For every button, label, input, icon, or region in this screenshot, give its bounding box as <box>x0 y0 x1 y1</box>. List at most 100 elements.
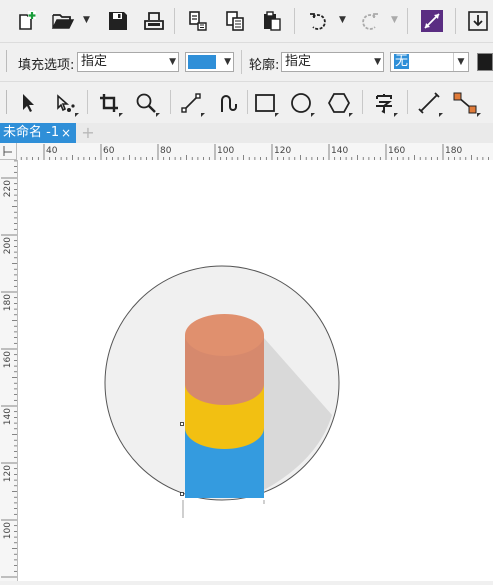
ruler-label: 140 <box>3 408 13 425</box>
rectangle-tool-icon <box>255 94 275 112</box>
paste-icon <box>264 11 281 31</box>
fill-options-label: 填充选项: <box>18 58 75 73</box>
grip-divider <box>6 50 7 72</box>
ruler-label: 100 <box>217 146 234 156</box>
snap-toggle-icon <box>421 10 443 32</box>
dimension-tool-icon <box>418 92 440 114</box>
ruler-label: 180 <box>445 146 462 156</box>
toolbar-divider <box>247 90 248 114</box>
pick-tool-icon <box>23 94 34 112</box>
open-button[interactable] <box>48 6 78 36</box>
outline-mode-value: 指定 <box>285 54 312 69</box>
flyout-indicator <box>201 113 205 117</box>
toolbar-divider <box>455 8 456 34</box>
outline-color-swatch[interactable] <box>477 53 493 71</box>
open-dropdown-arrow[interactable]: ▼ <box>83 15 90 25</box>
selection-handle[interactable] <box>180 492 184 496</box>
ruler-origin-icon <box>3 146 12 156</box>
export-button[interactable] <box>220 6 250 36</box>
snap-toggle-button[interactable] <box>417 6 447 36</box>
ruler-label: 180 <box>3 294 13 311</box>
pick-tool[interactable] <box>13 88 43 118</box>
toolbar-divider <box>87 90 88 114</box>
flyout-indicator <box>75 113 79 117</box>
chevron-down-icon: ▼ <box>169 57 176 67</box>
print-icon <box>144 12 164 30</box>
close-tab-icon[interactable]: × <box>61 123 71 143</box>
new-document-button[interactable] <box>12 6 42 36</box>
outline-label: 轮廓: <box>249 58 280 73</box>
cylinder-top-cap[interactable] <box>185 314 264 356</box>
document-tab-title: 未命名 -1 <box>3 125 60 140</box>
flyout-indicator <box>439 113 443 117</box>
fill-color-picker[interactable]: ▼ <box>185 52 234 72</box>
redo-button[interactable] <box>355 6 385 36</box>
crop-tool-icon <box>100 94 118 112</box>
ruler-label: 160 <box>388 146 405 156</box>
ruler-label: 40 <box>46 146 58 156</box>
undo-button[interactable] <box>303 6 333 36</box>
ellipse-tool-icon <box>291 93 311 113</box>
toolbar-divider <box>362 90 363 114</box>
fill-color-swatch <box>188 55 216 69</box>
ruler-label: 160 <box>3 351 13 368</box>
toolbar-divider <box>407 90 408 114</box>
flyout-indicator <box>349 113 353 117</box>
selection-handle[interactable] <box>180 422 184 426</box>
polygon-tool-icon <box>328 93 350 113</box>
toolbar-divider <box>241 50 242 74</box>
import-icon <box>189 11 207 31</box>
toolbar-divider <box>407 8 408 34</box>
flyout-indicator <box>119 113 123 117</box>
freehand-tool-icon <box>181 93 201 113</box>
drawing-canvas[interactable] <box>18 160 493 581</box>
flyout-indicator <box>477 113 481 117</box>
save-icon <box>109 12 127 30</box>
download-icon <box>468 11 488 31</box>
artistic-media-tool[interactable] <box>213 88 243 118</box>
connector-tool[interactable] <box>450 88 480 118</box>
open-folder-icon <box>51 14 75 29</box>
ruler-label: 220 <box>3 180 13 197</box>
ruler-label: 60 <box>103 146 115 156</box>
document-tab[interactable]: 未命名 -1 × <box>0 123 76 143</box>
chevron-down-icon: ▼ <box>374 57 381 67</box>
new-tab-button[interactable]: + <box>79 123 97 143</box>
ruler-label: 80 <box>160 146 172 156</box>
ruler-corner <box>0 143 17 160</box>
ruler-label: 120 <box>3 465 13 482</box>
horizontal-ruler-ticks: 40 60 80 100 120 140 160 180 <box>20 144 489 160</box>
outline-width-select[interactable]: 无 ▼ <box>390 52 469 72</box>
save-button[interactable] <box>103 6 133 36</box>
artistic-media-icon <box>221 95 237 112</box>
fill-mode-value: 指定 <box>81 54 108 69</box>
outline-mode-select[interactable]: 指定 ▼ <box>281 52 384 72</box>
paste-button[interactable] <box>257 6 287 36</box>
flyout-indicator <box>394 113 398 117</box>
download-button[interactable] <box>463 6 493 36</box>
text-tool-icon <box>376 94 392 114</box>
toolbar-divider <box>170 90 171 114</box>
chevron-down-icon: ▼ <box>224 57 231 67</box>
connector-tool-icon <box>453 92 477 114</box>
vertical-ruler[interactable]: 220 200 180 160 140 120 100 <box>0 160 18 581</box>
drawing-artwork <box>104 265 340 518</box>
toolbar-divider <box>174 8 175 34</box>
flyout-indicator <box>275 113 279 117</box>
flyout-indicator <box>311 113 315 117</box>
chevron-down-icon: ▼ <box>453 53 468 71</box>
horizontal-ruler[interactable]: 40 60 80 100 120 140 160 180 <box>0 143 493 161</box>
new-document-icon <box>19 11 36 30</box>
standard-toolbar: ▼ ▼ ▼ <box>0 0 493 43</box>
toolbar-divider <box>294 8 295 34</box>
fill-mode-select[interactable]: 指定 ▼ <box>77 52 179 72</box>
grip-divider <box>6 90 7 114</box>
undo-icon <box>310 13 326 30</box>
import-button[interactable] <box>183 6 213 36</box>
outline-width-value: 无 <box>394 54 410 69</box>
zoom-tool-icon <box>136 93 156 113</box>
print-button[interactable] <box>139 6 169 36</box>
undo-dropdown-arrow[interactable]: ▼ <box>339 15 346 25</box>
redo-dropdown-arrow[interactable]: ▼ <box>391 15 398 25</box>
shape-tool-icon <box>57 94 75 112</box>
